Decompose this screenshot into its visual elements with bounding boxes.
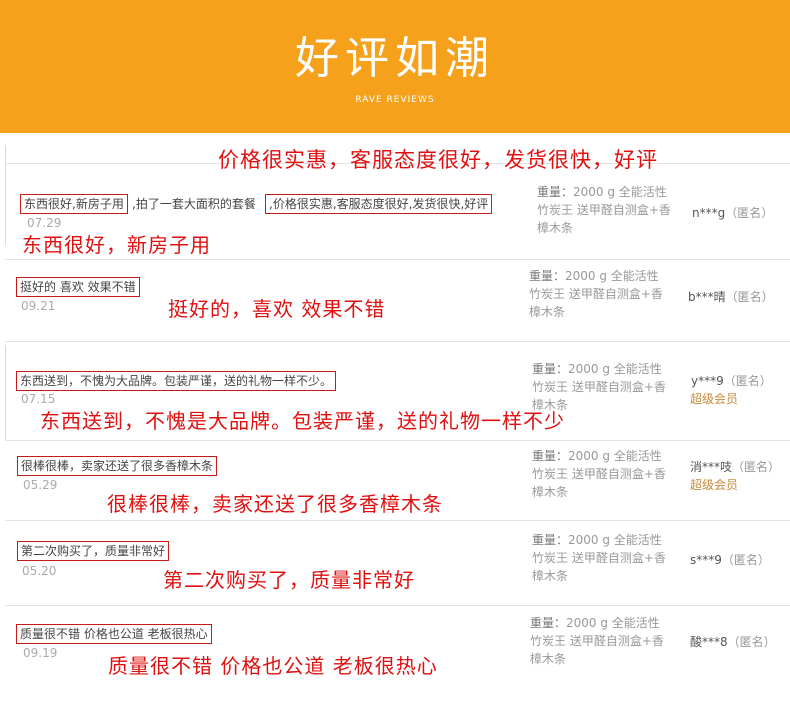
review-date: 09.19 bbox=[23, 646, 58, 660]
reviewer-name: y***9（匿名） bbox=[691, 374, 772, 388]
review-text: ,拍了一套大面积的套餐 bbox=[132, 197, 256, 211]
banner-title: 好评如潮 bbox=[295, 33, 495, 84]
product-spec: 重量：2000 g 全能活性 竹炭王 送甲醛自测盒+香 樟木条 bbox=[530, 616, 664, 666]
product-spec: 重量：2000 g 全能活性 竹炭王 送甲醛自测盒+香 樟木条 bbox=[532, 449, 666, 499]
row-divider bbox=[5, 605, 790, 606]
row-divider bbox=[5, 341, 790, 342]
banner-subtitle: RAVE REVIEWS bbox=[355, 95, 435, 105]
review-annotation: 很棒很棒，卖家还送了很多香樟木条 bbox=[107, 492, 443, 516]
review-highlight: 质量很不错 价格也公道 老板很热心 bbox=[16, 624, 212, 644]
review-date: 09.21 bbox=[21, 299, 56, 313]
product-spec: 重量：2000 g 全能活性 竹炭王 送甲醛自测盒+香 樟木条 bbox=[532, 533, 666, 583]
reviewer-name: n***g（匿名） bbox=[692, 206, 774, 220]
review-date: 05.20 bbox=[22, 564, 57, 578]
review-highlight: 东西送到，不愧为大品牌。包装严谨，送的礼物一样不少。 bbox=[16, 371, 337, 391]
review-annotation: 挺好的，喜欢 效果不错 bbox=[168, 297, 386, 321]
review-annotation-top: 价格很实惠，客服态度很好，发货很快，好评 bbox=[218, 148, 658, 172]
row-divider bbox=[5, 440, 790, 441]
vip-badge: 超级会员 bbox=[690, 478, 739, 492]
vip-badge: 超级会员 bbox=[690, 392, 739, 406]
review-annotation: 东西送到，不愧是大品牌。包装严谨，送的礼物一样不少 bbox=[40, 409, 565, 433]
review-annotation: 东西很好，新房子用 bbox=[22, 233, 211, 257]
review-date: 07.29 bbox=[27, 216, 62, 230]
product-spec: 重量：2000 g 全能活性 竹炭王 送甲醛自测盒+香 樟木条 bbox=[532, 362, 666, 412]
row-divider bbox=[5, 520, 790, 521]
review-highlight: 第二次购买了，质量非常好 bbox=[17, 541, 170, 561]
product-spec: 重量：2000 g 全能活性 竹炭王 送甲醛自测盒+香 樟木条 bbox=[529, 269, 663, 319]
rave-reviews-banner: 好评如潮 RAVE REVIEWS bbox=[0, 0, 790, 133]
review-date: 05.29 bbox=[23, 478, 58, 492]
review-date: 07.15 bbox=[21, 392, 56, 406]
reviewer-name: 消***吱（匿名） bbox=[690, 460, 781, 474]
review-annotation: 质量很不错 价格也公道 老板很热心 bbox=[108, 654, 438, 678]
review-highlight: 挺好的 喜欢 效果不错 bbox=[16, 277, 140, 297]
review-highlight: 东西很好,新房子用 bbox=[20, 194, 128, 214]
reviewer-name: b***晴（匿名） bbox=[688, 290, 774, 304]
product-spec: 重量：2000 g 全能活性 竹炭王 送甲醛自测盒+香 樟木条 bbox=[537, 185, 671, 235]
left-edge-line bbox=[5, 145, 6, 245]
review-annotation: 第二次购买了，质量非常好 bbox=[163, 568, 415, 592]
reviewer-name: 酸***8（匿名） bbox=[690, 635, 776, 649]
row-divider bbox=[5, 259, 790, 260]
reviewer-name: s***9（匿名） bbox=[690, 553, 770, 567]
review-highlight: ,价格很实惠,客服态度很好,发货很快,好评 bbox=[265, 194, 493, 214]
review-highlight: 很棒很棒，卖家还送了很多香樟木条 bbox=[17, 456, 218, 476]
left-edge-line bbox=[5, 345, 6, 440]
